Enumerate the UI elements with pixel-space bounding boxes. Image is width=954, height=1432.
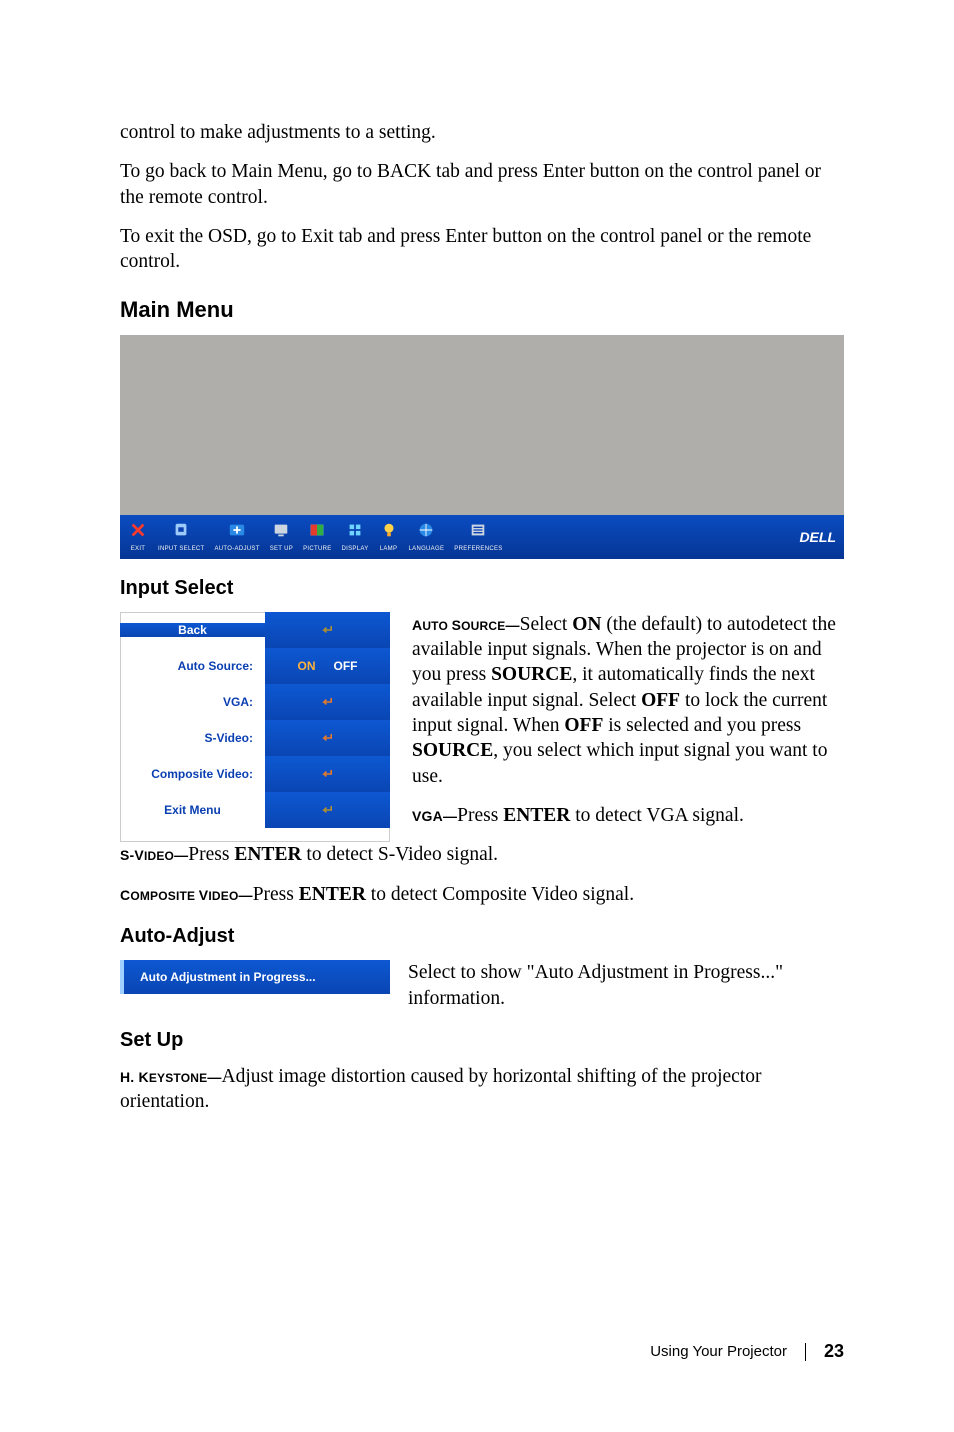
close-icon bbox=[128, 521, 148, 544]
page-footer: Using Your Projector 23 bbox=[650, 1341, 844, 1362]
menu-label-composite: Composite Video: bbox=[120, 767, 265, 781]
list-icon bbox=[468, 521, 488, 544]
brand-logo: DELL bbox=[799, 529, 840, 545]
osd-tab-label: EXIT bbox=[131, 546, 146, 552]
osd-tab-language[interactable]: LANGUAGE bbox=[409, 521, 445, 552]
osd-tab-label: LAMP bbox=[380, 546, 398, 552]
menu-label-exit: Exit Menu bbox=[120, 803, 265, 817]
socket-icon bbox=[171, 521, 191, 544]
osd-tab-label: PREFERENCES bbox=[454, 546, 502, 552]
desc-auto-source: AUTO SOURCE—Select ON (the default) to a… bbox=[412, 612, 844, 789]
desc-vga: VGA—Press ENTER to detect VGA signal. bbox=[412, 803, 844, 828]
menu-label-auto-source: Auto Source: bbox=[120, 659, 265, 673]
menu-row-composite[interactable]: Composite Video: bbox=[120, 756, 390, 792]
enter-icon bbox=[320, 731, 336, 745]
menu-row-svideo[interactable]: S-Video: bbox=[120, 720, 390, 756]
intro-p2: To go back to Main Menu, go to BACK tab … bbox=[120, 159, 844, 210]
toggle-on[interactable]: ON bbox=[298, 659, 316, 673]
osd-tabs: EXIT INPUT SELECT AUTO-ADJUST bbox=[128, 521, 503, 552]
heading-auto-adjust: Auto-Adjust bbox=[120, 925, 844, 948]
menu-label-svideo: S-Video: bbox=[120, 731, 265, 745]
toggle-off[interactable]: OFF bbox=[334, 659, 358, 673]
heading-main-menu: Main Menu bbox=[120, 297, 844, 323]
input-select-description: AUTO SOURCE—Select ON (the default) to a… bbox=[412, 612, 844, 843]
osd-tab-label: PICTURE bbox=[303, 546, 331, 552]
osd-tab-display[interactable]: DISPLAY bbox=[342, 521, 369, 552]
input-select-section: Back Auto Source: ON OFF VGA: S-Video: bbox=[120, 612, 844, 843]
osd-tab-label: INPUT SELECT bbox=[158, 546, 205, 552]
input-select-menu: Back Auto Source: ON OFF VGA: S-Video: bbox=[120, 612, 390, 843]
osd-bar: EXIT INPUT SELECT AUTO-ADJUST bbox=[120, 515, 844, 559]
menu-row-back[interactable]: Back bbox=[120, 612, 390, 648]
desc-auto-adjust: Select to show "Auto Adjustment in Progr… bbox=[408, 960, 844, 1011]
auto-adjust-progress-bar: Auto Adjustment in Progress... bbox=[120, 960, 390, 994]
desc-h-keystone: H. KEYSTONE—Adjust image distortion caus… bbox=[120, 1064, 844, 1115]
enter-icon bbox=[320, 695, 336, 709]
arrows-icon bbox=[227, 521, 247, 544]
desc-composite: COMPOSITE VIDEO—Press ENTER to detect Co… bbox=[120, 882, 844, 907]
osd-tab-exit[interactable]: EXIT bbox=[128, 521, 148, 552]
osd-tab-picture[interactable]: PICTURE bbox=[303, 521, 331, 552]
osd-tab-label: AUTO-ADJUST bbox=[215, 546, 260, 552]
footer-divider bbox=[805, 1343, 806, 1361]
desc-svideo: S-VIDEO—Press ENTER to detect S-Video si… bbox=[120, 842, 844, 867]
auto-adjust-section: Auto Adjustment in Progress... Select to… bbox=[120, 960, 844, 1011]
footer-section: Using Your Projector bbox=[650, 1343, 787, 1360]
intro-p1: control to make adjustments to a setting… bbox=[120, 120, 844, 145]
display-icon bbox=[345, 521, 365, 544]
osd-tab-label: DISPLAY bbox=[342, 546, 369, 552]
menu-row-auto-source[interactable]: Auto Source: ON OFF bbox=[120, 648, 390, 684]
osd-tab-preferences[interactable]: PREFERENCES bbox=[454, 521, 502, 552]
menu-label-back: Back bbox=[120, 623, 265, 637]
menu-label-vga: VGA: bbox=[120, 695, 265, 709]
menu-row-exit[interactable]: Exit Menu bbox=[120, 792, 390, 828]
lamp-icon bbox=[379, 521, 399, 544]
intro-p3: To exit the OSD, go to Exit tab and pres… bbox=[120, 224, 844, 275]
heading-input-select: Input Select bbox=[120, 577, 844, 600]
osd-tab-label: SET UP bbox=[270, 546, 293, 552]
osd-tab-input-select[interactable]: INPUT SELECT bbox=[158, 521, 205, 552]
osd-tab-auto-adjust[interactable]: AUTO-ADJUST bbox=[215, 521, 260, 552]
osd-tab-label: LANGUAGE bbox=[409, 546, 445, 552]
page-number: 23 bbox=[824, 1341, 844, 1362]
enter-icon bbox=[320, 623, 336, 637]
picture-icon bbox=[307, 521, 327, 544]
main-menu-screenshot: EXIT INPUT SELECT AUTO-ADJUST bbox=[120, 335, 844, 559]
enter-icon bbox=[320, 767, 336, 781]
osd-tab-setup[interactable]: SET UP bbox=[270, 521, 293, 552]
monitor-icon bbox=[271, 521, 291, 544]
osd-tab-lamp[interactable]: LAMP bbox=[379, 521, 399, 552]
globe-icon bbox=[416, 521, 436, 544]
menu-row-vga[interactable]: VGA: bbox=[120, 684, 390, 720]
enter-icon bbox=[320, 803, 336, 817]
heading-set-up: Set Up bbox=[120, 1029, 844, 1052]
